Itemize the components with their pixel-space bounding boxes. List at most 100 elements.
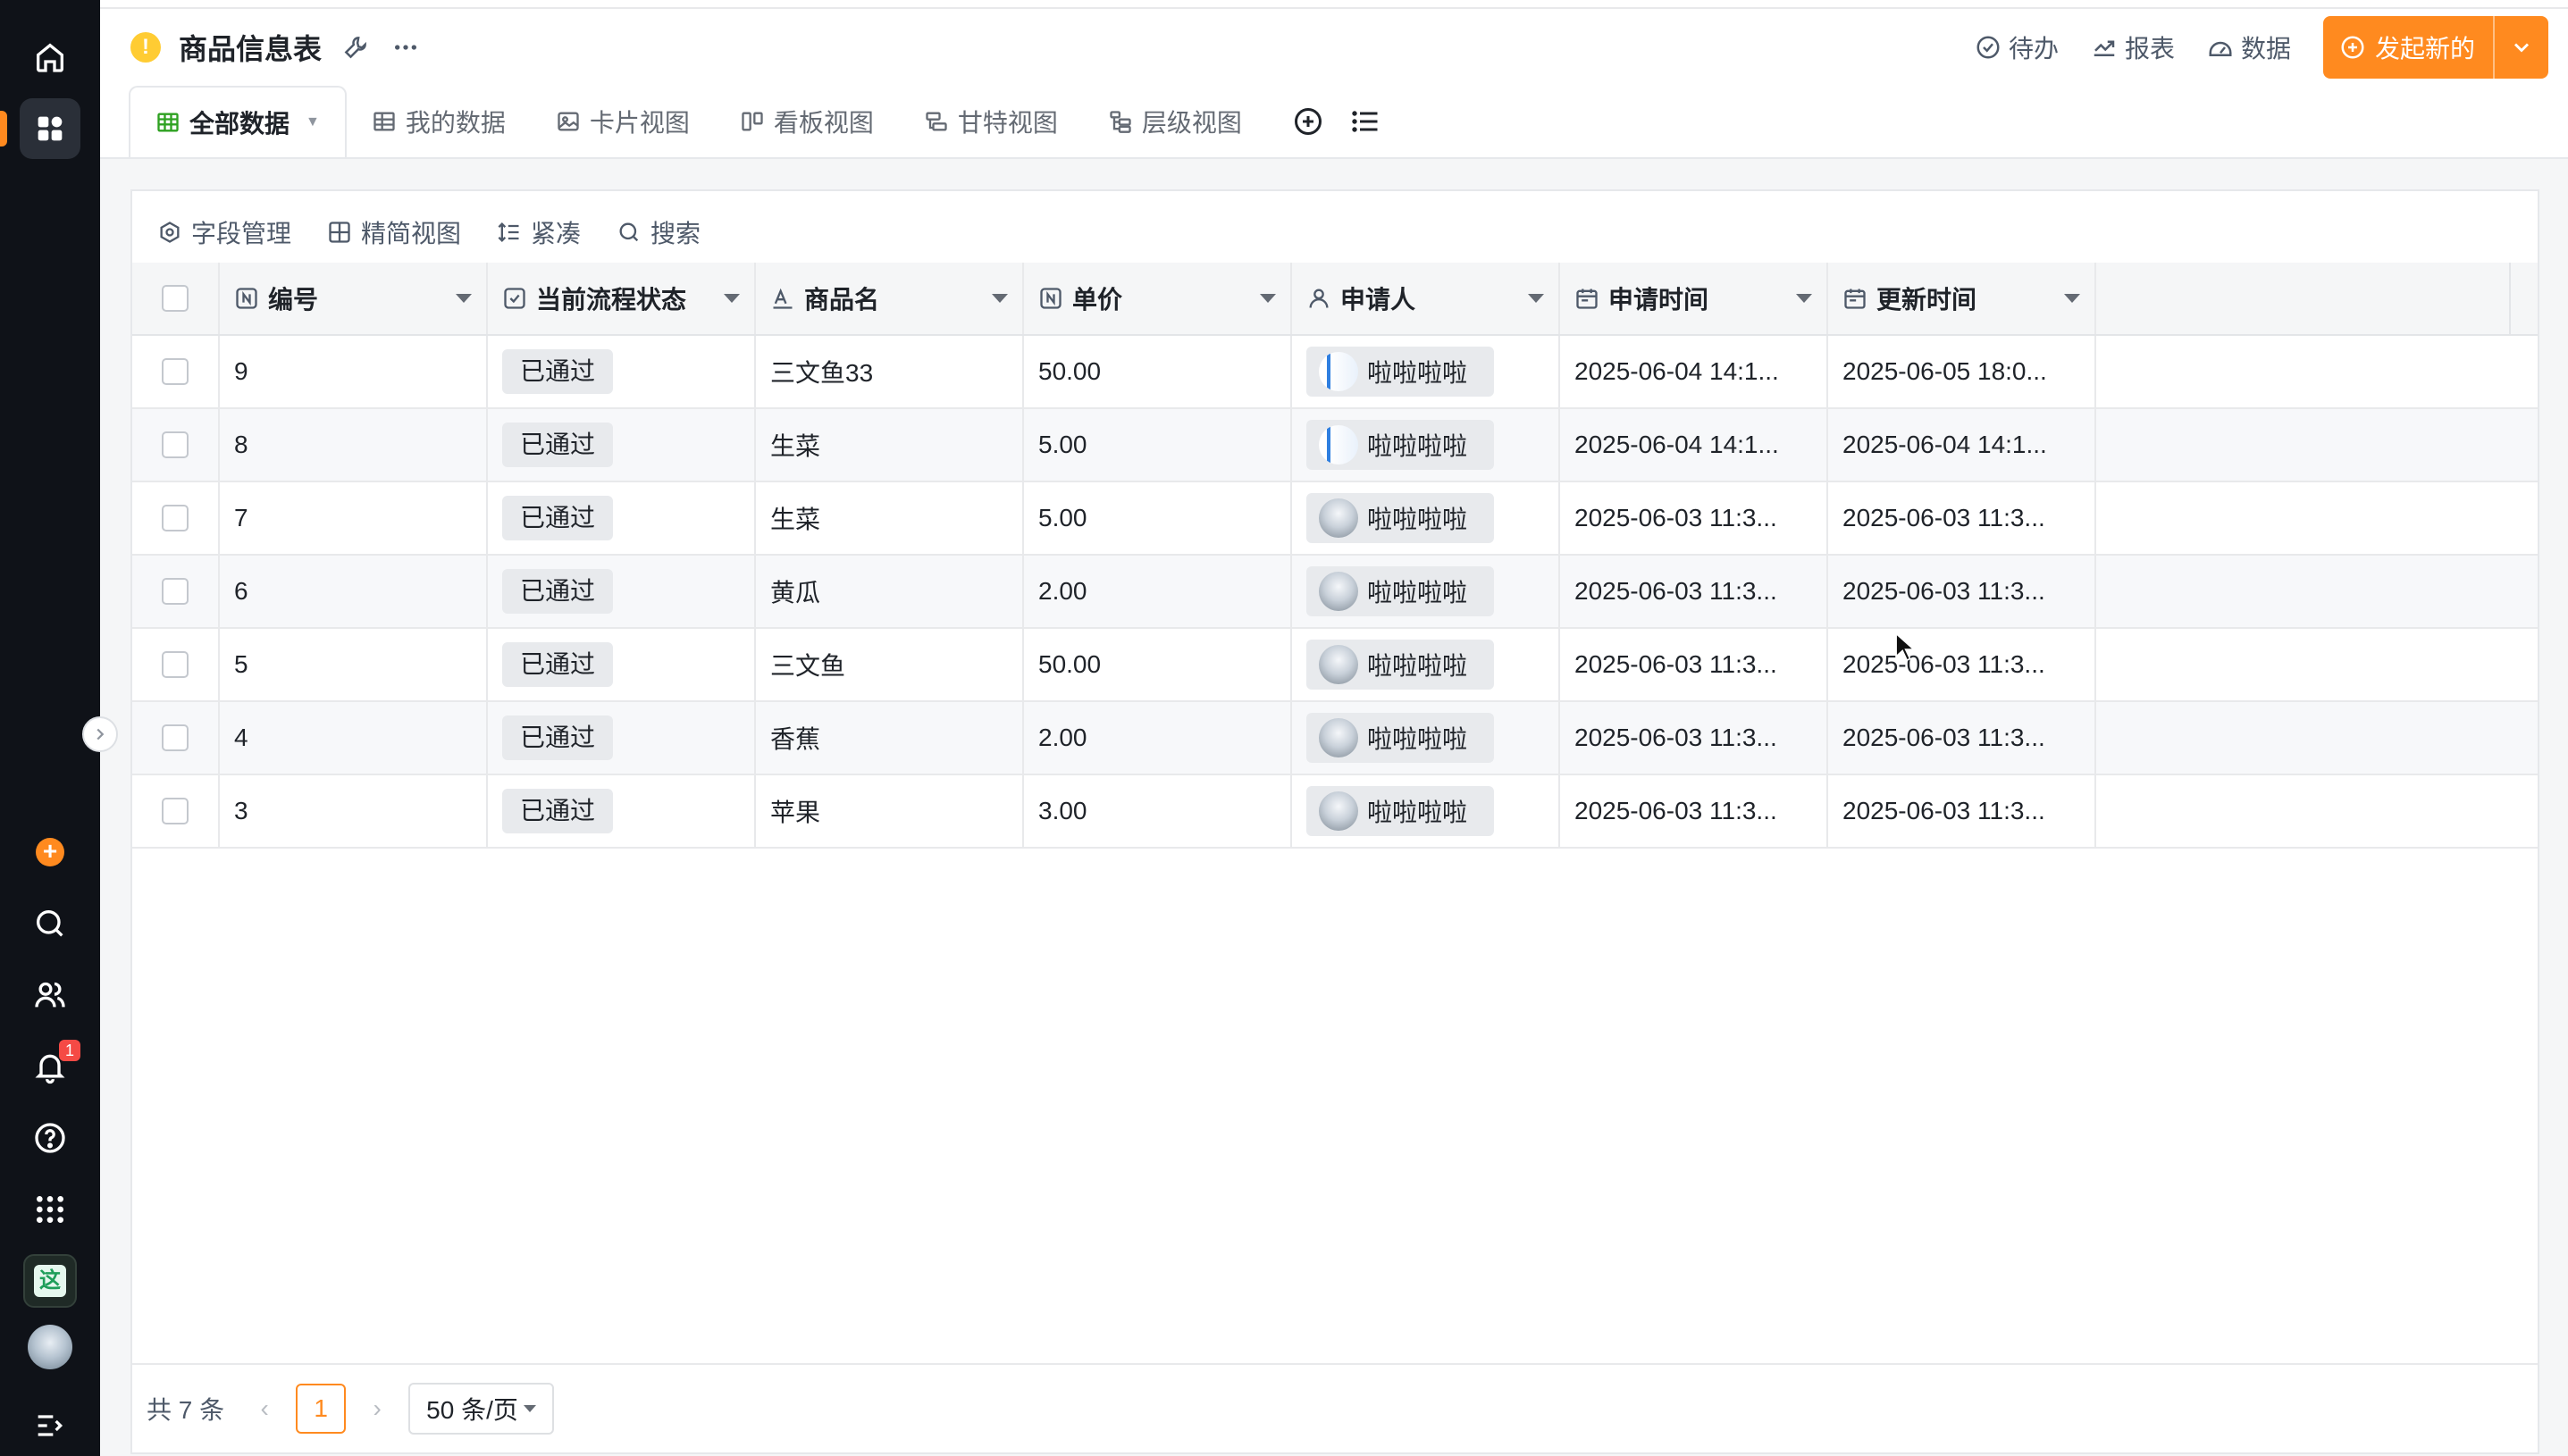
price-cell[interactable]: 50.00 — [1024, 629, 1292, 700]
column-header[interactable]: 单价 — [1024, 263, 1292, 334]
apply-time-cell[interactable]: 2025-06-03 11:3... — [1560, 629, 1828, 700]
column-menu-icon[interactable] — [1528, 294, 1544, 303]
current-page-button[interactable]: 1 — [296, 1384, 347, 1434]
caret-down-icon[interactable]: ▼ — [306, 114, 320, 130]
tab-kanban-view[interactable]: 看板视图 — [715, 86, 899, 157]
sidebar-expand-toggle[interactable] — [82, 716, 118, 752]
update-time-cell[interactable]: 2025-06-03 11:3... — [1828, 702, 2096, 774]
tab-all-data[interactable]: 全部数据 ▼ — [129, 86, 347, 157]
expand-menu-icon[interactable] — [20, 1399, 80, 1452]
update-time-cell[interactable]: 2025-06-03 11:3... — [1828, 556, 2096, 627]
product-name-cell[interactable]: 生菜 — [756, 482, 1024, 554]
row-checkbox[interactable] — [162, 578, 189, 605]
price-cell[interactable]: 2.00 — [1024, 556, 1292, 627]
product-name-cell[interactable]: 香蕉 — [756, 702, 1024, 774]
status-cell[interactable]: 已通过 — [488, 409, 756, 481]
table-row[interactable]: 6 已通过 黄瓜 2.00 啦啦啦啦 2025-06-03 11:3... 20… — [132, 556, 2538, 629]
update-time-cell[interactable]: 2025-06-03 11:3... — [1828, 629, 2096, 700]
row-checkbox[interactable] — [162, 358, 189, 385]
product-name-cell[interactable]: 生菜 — [756, 409, 1024, 481]
add-view-icon[interactable] — [1292, 105, 1324, 138]
id-cell[interactable]: 9 — [220, 336, 488, 407]
home-icon[interactable] — [20, 27, 80, 88]
column-menu-icon[interactable] — [1260, 294, 1276, 303]
price-cell[interactable]: 2.00 — [1024, 702, 1292, 774]
update-time-cell[interactable]: 2025-06-03 11:3... — [1828, 482, 2096, 554]
tab-hierarchy-view[interactable]: 层级视图 — [1083, 86, 1267, 157]
user-avatar[interactable] — [20, 1317, 80, 1377]
column-menu-icon[interactable] — [992, 294, 1008, 303]
id-cell[interactable]: 4 — [220, 702, 488, 774]
search-icon[interactable] — [20, 893, 80, 954]
status-cell[interactable]: 已通过 — [488, 556, 756, 627]
row-checkbox[interactable] — [162, 724, 189, 751]
applicant-cell[interactable]: 啦啦啦啦 — [1292, 775, 1560, 847]
contacts-icon[interactable] — [20, 965, 80, 1025]
bell-icon[interactable]: 1 — [20, 1036, 80, 1097]
tab-card-view[interactable]: 卡片视图 — [531, 86, 715, 157]
data-button[interactable]: 数据 — [2207, 29, 2291, 65]
status-cell[interactable]: 已通过 — [488, 336, 756, 407]
warning-icon[interactable]: ! — [130, 32, 161, 63]
search-button[interactable]: 搜索 — [617, 214, 701, 250]
status-cell[interactable]: 已通过 — [488, 775, 756, 847]
product-name-cell[interactable]: 三文鱼33 — [756, 336, 1024, 407]
help-icon[interactable] — [20, 1108, 80, 1168]
price-cell[interactable]: 5.00 — [1024, 409, 1292, 481]
apply-time-cell[interactable]: 2025-06-03 11:3... — [1560, 482, 1828, 554]
column-header[interactable]: 商品名 — [756, 263, 1024, 334]
table-row[interactable]: 9 已通过 三文鱼33 50.00 啦啦啦啦 2025-06-04 14:1..… — [132, 336, 2538, 409]
row-density-button[interactable]: 紧凑 — [497, 214, 581, 250]
product-name-cell[interactable]: 三文鱼 — [756, 629, 1024, 700]
create-shortcut-button[interactable]: + — [20, 822, 80, 883]
wrench-icon[interactable] — [340, 31, 372, 63]
row-checkbox[interactable] — [162, 431, 189, 458]
more-icon[interactable] — [390, 31, 422, 63]
todo-button[interactable]: 待办 — [1975, 29, 2059, 65]
update-time-cell[interactable]: 2025-06-04 14:1... — [1828, 409, 2096, 481]
tab-gantt-view[interactable]: 甘特视图 — [899, 86, 1083, 157]
product-name-cell[interactable]: 苹果 — [756, 775, 1024, 847]
id-cell[interactable]: 6 — [220, 556, 488, 627]
row-checkbox[interactable] — [162, 798, 189, 824]
tab-my-data[interactable]: 我的数据 — [347, 86, 531, 157]
price-cell[interactable]: 5.00 — [1024, 482, 1292, 554]
id-cell[interactable]: 5 — [220, 629, 488, 700]
table-row[interactable]: 7 已通过 生菜 5.00 啦啦啦啦 2025-06-03 11:3... 20… — [132, 482, 2538, 556]
select-all-checkbox[interactable] — [162, 285, 189, 312]
status-cell[interactable]: 已通过 — [488, 702, 756, 774]
id-cell[interactable]: 8 — [220, 409, 488, 481]
next-page-button[interactable]: › — [364, 1394, 390, 1423]
column-menu-icon[interactable] — [724, 294, 740, 303]
row-checkbox[interactable] — [162, 651, 189, 678]
page-size-select[interactable]: 50 条/页 — [408, 1383, 554, 1435]
apps-grid-icon[interactable] — [20, 98, 80, 159]
applicant-cell[interactable]: 啦啦啦啦 — [1292, 409, 1560, 481]
apply-time-cell[interactable]: 2025-06-03 11:3... — [1560, 702, 1828, 774]
price-cell[interactable]: 50.00 — [1024, 336, 1292, 407]
column-header[interactable]: 当前流程状态 — [488, 263, 756, 334]
column-header[interactable]: 申请人 — [1292, 263, 1560, 334]
row-checkbox[interactable] — [162, 505, 189, 531]
product-name-cell[interactable]: 黄瓜 — [756, 556, 1024, 627]
table-row[interactable]: 8 已通过 生菜 5.00 啦啦啦啦 2025-06-04 14:1... 20… — [132, 409, 2538, 482]
column-header[interactable]: 更新时间 — [1828, 263, 2096, 334]
applicant-cell[interactable]: 啦啦啦啦 — [1292, 702, 1560, 774]
id-cell[interactable]: 3 — [220, 775, 488, 847]
applicant-cell[interactable]: 啦啦啦啦 — [1292, 482, 1560, 554]
column-menu-icon[interactable] — [1796, 294, 1812, 303]
apply-time-cell[interactable]: 2025-06-04 14:1... — [1560, 336, 1828, 407]
applicant-cell[interactable]: 啦啦啦啦 — [1292, 336, 1560, 407]
applicant-cell[interactable]: 啦啦啦啦 — [1292, 556, 1560, 627]
apply-time-cell[interactable]: 2025-06-03 11:3... — [1560, 775, 1828, 847]
prev-page-button[interactable]: ‹ — [251, 1394, 278, 1423]
column-menu-icon[interactable] — [456, 294, 472, 303]
update-time-cell[interactable]: 2025-06-05 18:0... — [1828, 336, 2096, 407]
status-cell[interactable]: 已通过 — [488, 629, 756, 700]
create-new-dropdown[interactable] — [2493, 16, 2548, 79]
workspace-app-button[interactable]: 这 — [20, 1251, 80, 1311]
report-button[interactable]: 报表 — [2091, 29, 2175, 65]
table-row[interactable]: 5 已通过 三文鱼 50.00 啦啦啦啦 2025-06-03 11:3... … — [132, 629, 2538, 702]
create-new-button[interactable]: 发起新的 — [2323, 16, 2493, 79]
column-menu-icon[interactable] — [2064, 294, 2080, 303]
